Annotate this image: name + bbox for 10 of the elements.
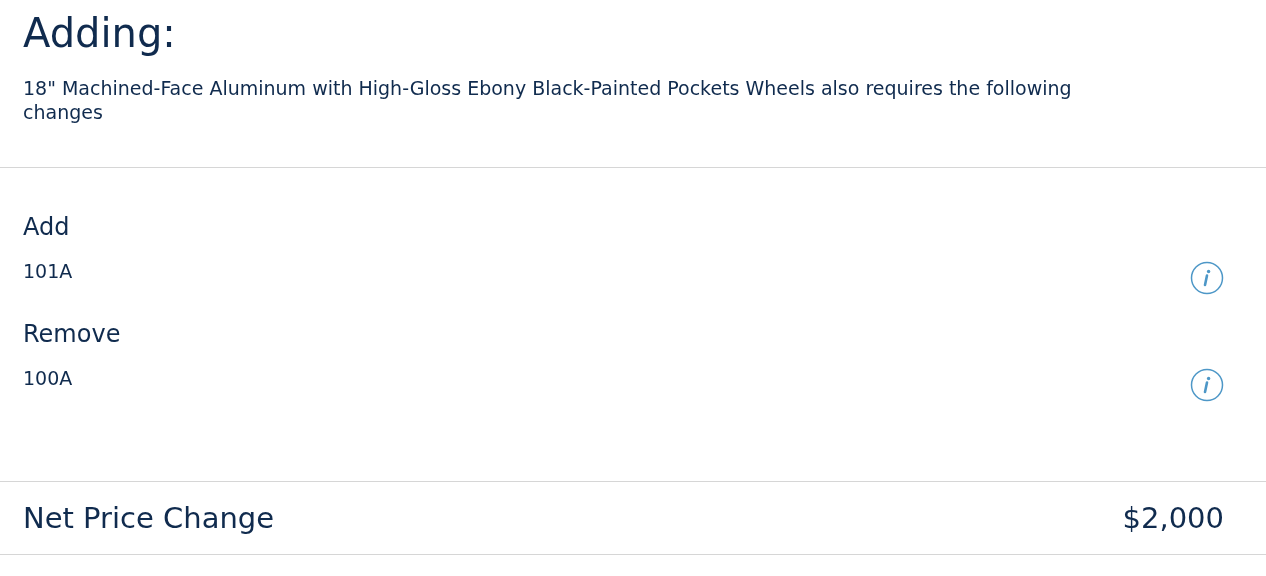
change-heading: Add <box>23 212 71 243</box>
message-text: 18" Machined-Face Aluminum with High-Gloss Ebony Black-Painted Pockets Wheels also requires the following changes <box>23 76 1073 124</box>
option-code: 101A <box>23 260 73 282</box>
option-code: 100A <box>23 367 73 389</box>
net-price-value: $2,000 <box>1122 501 1224 535</box>
change-heading: Remove <box>23 319 122 350</box>
info-icon[interactable] <box>1190 368 1224 402</box>
info-icon[interactable] <box>1190 261 1224 295</box>
dialog-title: Adding: <box>23 9 177 58</box>
net-price-label: Net Price Change <box>23 501 275 535</box>
